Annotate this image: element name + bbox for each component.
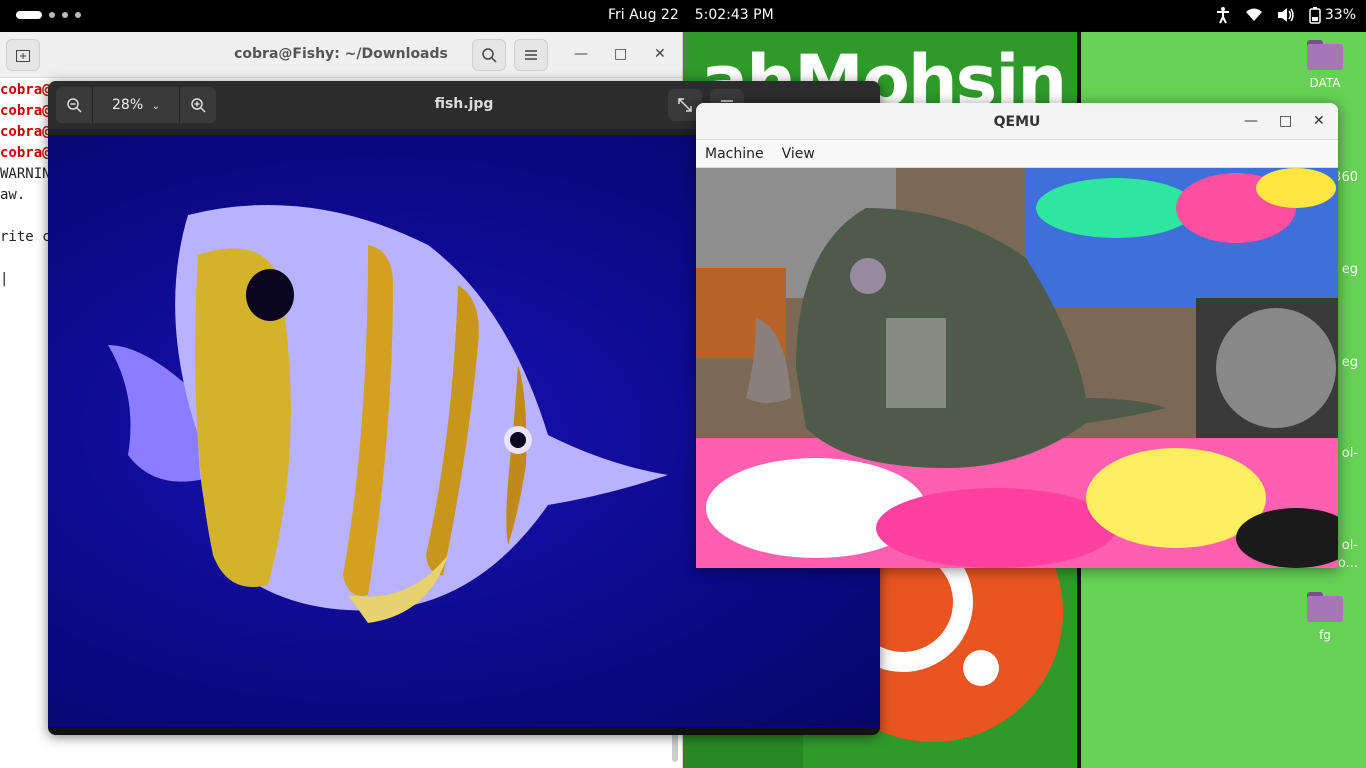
top-bar: Fri Aug 22 5:02:43 PM 33% [0,0,1366,32]
system-tray[interactable]: 33% [1215,6,1356,24]
desktop-icon-label-clipped[interactable]: ol- [1342,538,1358,553]
terminal-line: cobra@ [0,103,51,119]
menu-button[interactable] [514,39,548,71]
desktop-icon-label-clipped[interactable]: eg [1342,262,1358,277]
viewer-bottom-edge [48,727,880,735]
maximize-button[interactable]: □ [1279,113,1292,129]
hamburger-icon [525,50,537,60]
maximize-button[interactable]: □ [614,46,627,62]
desktop-icon-label-clipped[interactable]: ol- [1342,446,1358,461]
terminal-line: aw. [0,187,26,203]
terminal-line: cobra@ [0,124,51,140]
workspace-dot [49,12,55,18]
battery-icon[interactable]: 33% [1309,6,1356,24]
qemu-titlebar[interactable]: QEMU — □ ✕ [696,103,1338,140]
minimize-button[interactable]: — [574,46,588,62]
desktop-icon-label: DATA [1309,76,1341,90]
menu-machine[interactable]: Machine [705,146,764,162]
workspace-dot [75,12,81,18]
desktop-folder-fg[interactable]: fg [1290,592,1360,642]
terminal-scrollbar[interactable] [672,732,678,762]
minimize-button[interactable]: — [1244,113,1258,129]
workspace-active-indicator [16,11,42,19]
qemu-display[interactable] [696,168,1338,568]
terminal-line: WARNIN [0,166,51,182]
terminal-output[interactable]: cobra@ cobra@ cobra@ cobra@ WARNIN aw. r… [0,80,51,290]
workspace-dot [62,12,68,18]
search-icon [482,48,497,63]
desktop-icon-label: fg [1319,628,1331,642]
qemu-menubar: Machine View [696,140,1338,168]
qemu-title: QEMU [993,114,1041,130]
wifi-icon[interactable] [1245,8,1263,22]
battery-percentage: 33% [1324,7,1356,23]
folder-icon [1307,40,1343,70]
close-button[interactable]: ✕ [654,46,666,62]
terminal-cursor: | [0,271,9,287]
qemu-glitched-fish-image [696,168,1338,568]
desktop-icon-label-clipped[interactable]: eg [1342,355,1358,370]
accessibility-icon[interactable] [1215,6,1231,24]
qemu-window[interactable]: QEMU — □ ✕ Machine View [696,103,1338,568]
terminal-titlebar[interactable]: cobra@Fishy: ~/Downloads — □ ✕ [0,32,682,78]
clock-time: 5:02:43 PM [694,7,774,23]
clock[interactable]: Fri Aug 22 5:02:43 PM [608,7,774,23]
desktop-folder-data[interactable]: DATA [1290,40,1360,90]
menu-view[interactable]: View [782,146,815,162]
activities-button[interactable] [16,11,81,19]
volume-icon[interactable] [1277,7,1295,23]
folder-icon [1307,592,1343,622]
terminal-line: rite c [0,229,51,245]
terminal-line: cobra@ [0,82,51,98]
clock-date: Fri Aug 22 [608,7,679,23]
fullscreen-icon [678,98,692,112]
terminal-line: cobra@ [0,145,51,161]
close-button[interactable]: ✕ [1313,113,1325,129]
search-button[interactable] [472,39,506,71]
